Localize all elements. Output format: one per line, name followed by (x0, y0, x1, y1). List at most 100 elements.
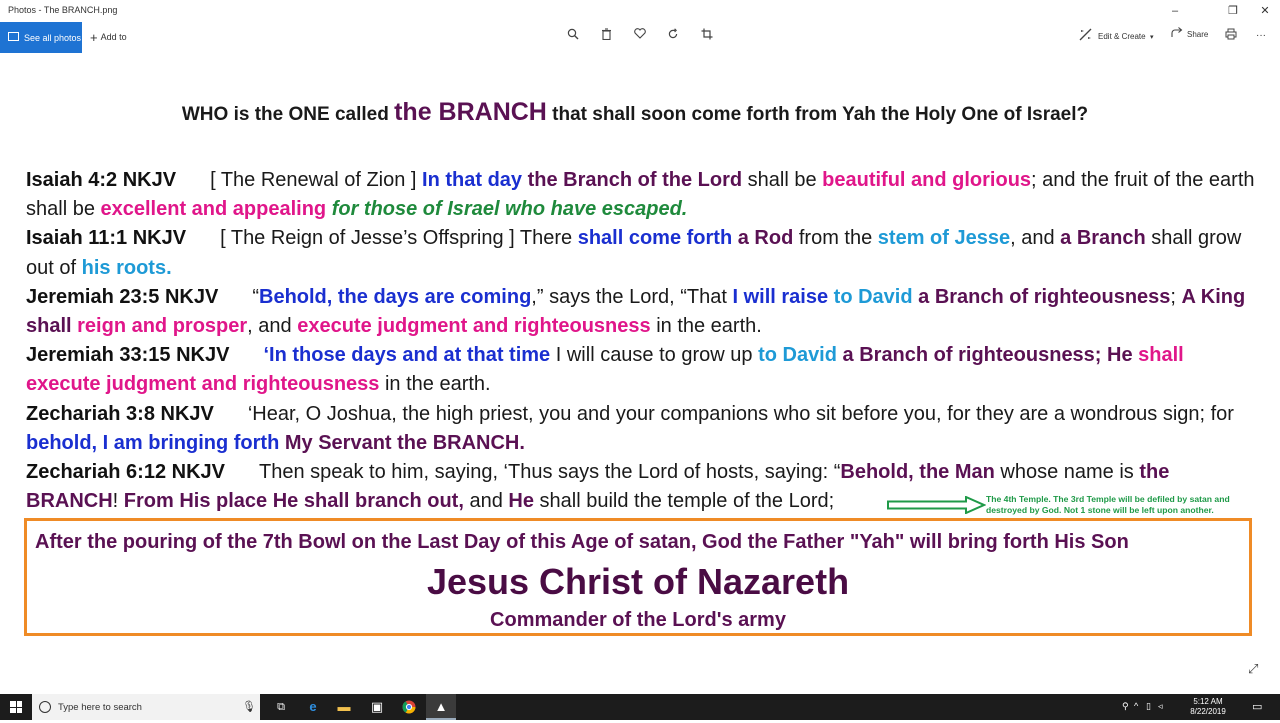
temple-note: The 4th Temple. The 3rd Temple will be d… (986, 494, 1230, 515)
store-icon[interactable]: ▣ (362, 694, 392, 720)
zoom-icon[interactable] (566, 28, 580, 42)
verse-text: shall branch out, (303, 490, 464, 513)
title-bar: Photos - The BRANCH.png – ❐ ✕ (0, 0, 1280, 22)
people-icon[interactable]: ⚲ (1122, 701, 1129, 712)
verse-text: behold, I am bringing forth (26, 431, 280, 454)
share-icon[interactable] (1170, 27, 1184, 41)
verse-reference: Isaiah 11:1 NKJV (26, 227, 187, 250)
chevron-down-icon[interactable]: ▾ (1150, 33, 1154, 41)
verse: Zechariah 3:8 NKJV ‘Hear, O Joshua, the h… (26, 400, 1256, 458)
clock-time: 5:12 AM (1193, 697, 1223, 706)
verse-reference: Zechariah 6:12 NKJV (26, 461, 225, 484)
son-announcement-box: After the pouring of the 7th Bowl on the… (24, 518, 1252, 636)
verse-text: In those days and at that time (269, 344, 551, 367)
clock-date: 8/22/2019 (1190, 707, 1226, 716)
commander-subtitle: Commander of the Lord's army (490, 609, 786, 631)
verse-text: From His place He (123, 490, 299, 513)
minimize-button[interactable]: – (1160, 3, 1190, 19)
verse-text: [ The Renewal of Zion ] (210, 169, 423, 191)
network-icon[interactable]: ▯ (1146, 701, 1151, 712)
plus-icon: + (90, 30, 98, 45)
verse: Isaiah 11:1 NKJV [ The Reign of Jesse’s O… (26, 224, 1256, 282)
image-canvas: WHO is the ONE called the BRANCH that sh… (0, 54, 1280, 694)
crop-icon[interactable] (700, 28, 714, 42)
favorite-icon[interactable] (633, 28, 647, 42)
rotate-icon[interactable] (666, 28, 680, 42)
windows-logo-icon (10, 701, 22, 713)
start-button[interactable] (0, 694, 32, 720)
cortana-icon (39, 701, 51, 713)
verse-text: and (463, 490, 509, 513)
see-all-photos-button[interactable]: See all photos (0, 22, 82, 53)
verse-text: I will raise (732, 285, 829, 308)
verse-text: [ The Reign of Jesse’s Offspring ] There (220, 227, 578, 250)
verse-text: to David (758, 344, 837, 367)
close-button[interactable]: ✕ (1250, 3, 1280, 19)
maximize-button[interactable]: ❐ (1218, 3, 1248, 19)
add-to-label: Add to (100, 32, 127, 42)
heading-text-2: that shall soon come forth from Yah the … (546, 104, 1089, 125)
delete-icon[interactable] (599, 28, 613, 42)
edge-icon[interactable]: e (298, 694, 328, 720)
image-heading: WHO is the ONE called the BRANCH that sh… (0, 98, 1270, 127)
verse-text: the Branch of the Lord (527, 169, 743, 191)
share-button[interactable]: Share (1187, 30, 1208, 39)
verse: Jeremiah 23:5 NKJV “Behold, the days are … (26, 283, 1256, 341)
photos-app-icon[interactable]: ▲ (426, 694, 456, 720)
verse-text: My Servant the BRANCH. (284, 431, 525, 454)
expand-icon[interactable]: ⤢ (1248, 661, 1258, 677)
verse-text: Behold, the Man (840, 461, 995, 484)
verse-text: ; (1170, 285, 1182, 308)
verse-text: ! (112, 490, 124, 513)
notifications-icon[interactable]: ▭ (1252, 700, 1266, 713)
verse-text: ‘Hear, O Joshua, the high priest, you an… (247, 402, 1234, 425)
verse-text: from the (793, 227, 878, 250)
edit-create-button[interactable]: Edit & Create (1098, 32, 1146, 41)
verse-text: , and (1010, 227, 1061, 250)
show-hidden-icons-icon[interactable]: ^ (1134, 701, 1138, 711)
verse-text: He (508, 490, 534, 513)
verse-reference: Jeremiah 23:5 NKJV (26, 285, 219, 308)
more-options-button[interactable]: ··· (1256, 30, 1266, 41)
verse: Isaiah 4:2 NKJV [ The Renewal of Zion ] I… (26, 166, 1256, 224)
verse-text: ,” says the Lord, “That (531, 285, 733, 308)
verse-text: a Rod (737, 227, 794, 250)
verse-text: In that day (422, 169, 523, 191)
volume-icon[interactable]: ◃ (1158, 701, 1163, 712)
verse: Jeremiah 33:15 NKJV ‘In those days and at… (26, 341, 1256, 399)
verse-reference: Isaiah 4:2 NKJV (26, 169, 177, 191)
verse-text: , and (247, 315, 298, 338)
task-view-icon[interactable]: ⧉ (266, 694, 296, 720)
verse-text: I will cause to grow up (550, 344, 759, 367)
verse-text: beautiful and glorious (822, 169, 1032, 191)
verse-text: stem of Jesse (877, 227, 1011, 250)
verse-reference: Zechariah 3:8 NKJV (26, 402, 214, 425)
print-icon[interactable] (1224, 28, 1238, 42)
window-title: Photos - The BRANCH.png (8, 5, 118, 15)
see-all-photos-label: See all photos (24, 33, 82, 43)
edit-create-icon[interactable] (1078, 28, 1092, 42)
file-explorer-icon[interactable]: ▬ (329, 694, 359, 720)
verse-text: “ (252, 285, 259, 308)
heading-the-branch: the BRANCH (394, 98, 547, 126)
verse-text: a Branch of righteousness (918, 285, 1171, 308)
search-placeholder: Type here to search (58, 702, 142, 713)
verse-text: to David (833, 285, 913, 308)
chrome-icon[interactable] (394, 694, 424, 720)
microphone-icon[interactable]: 🎙 (242, 700, 256, 713)
verse-text: Then speak to him, saying, ‘Thus says th… (258, 461, 841, 484)
verse-text: excellent and appealing (100, 198, 327, 221)
add-to-button[interactable]: + Add to (90, 30, 127, 45)
heading-text-1: WHO is the ONE called (181, 104, 395, 125)
taskbar-search-box[interactable]: Type here to search 🎙 (32, 694, 260, 720)
verse-text: in the earth. (650, 315, 762, 338)
verse-reference: Jeremiah 33:15 NKJV (26, 344, 230, 367)
verse-text: shall be (742, 169, 823, 191)
verse-text: shall build the temple of the Lord; (533, 490, 835, 513)
photos-icon (8, 32, 19, 41)
verse-text: for those of Israel who have escaped. (331, 198, 688, 221)
windows-taskbar: Type here to search 🎙 ⧉ e ▬ ▣ ▲ ⚲ ^ ▯ ◃ … (0, 694, 1280, 720)
photos-toolbar: See all photos + Add to Edit & Create ▾ S… (0, 22, 1280, 54)
verse-text: a Branch (1060, 227, 1146, 250)
taskbar-clock[interactable]: 5:12 AM 8/22/2019 (1178, 697, 1238, 717)
